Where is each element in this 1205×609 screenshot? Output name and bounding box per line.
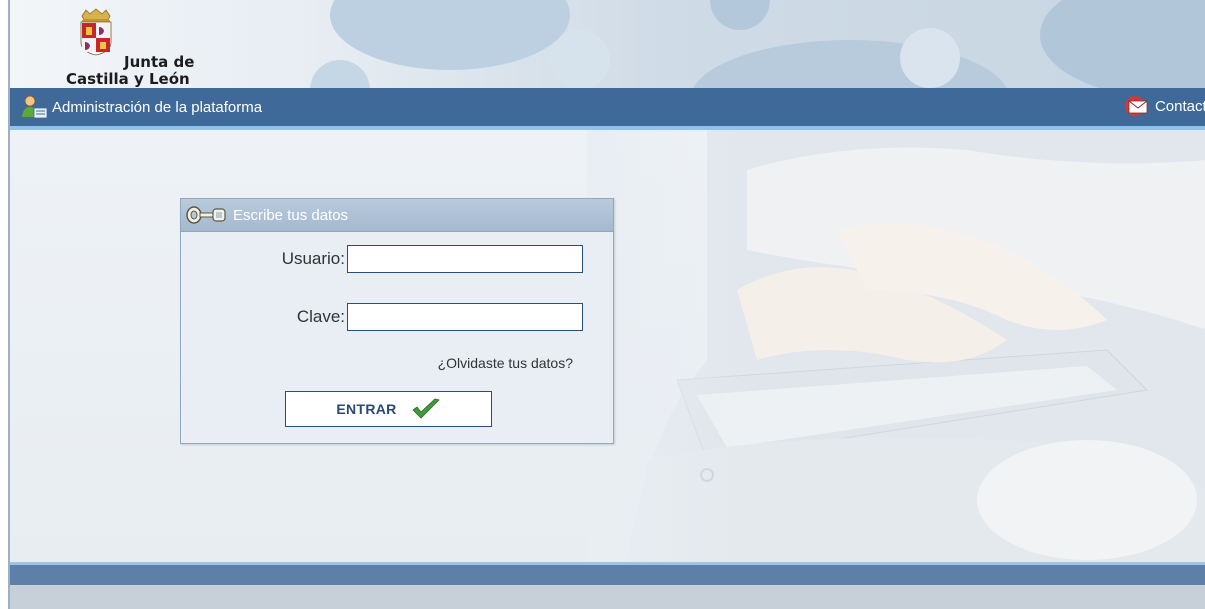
footer-bar <box>10 562 1205 585</box>
nav-admin-link[interactable]: Administración de la plataforma <box>22 95 262 119</box>
header-decor-bubble <box>690 40 1010 88</box>
user-row: Usuario: <box>181 245 613 273</box>
user-label: Usuario: <box>281 249 345 268</box>
logo-text-junta: Junta de <box>124 53 195 71</box>
password-row: Clave: <box>181 303 613 331</box>
nav-contact-link[interactable]: Contacto <box>1123 95 1205 117</box>
header-decor-bubble <box>550 30 610 88</box>
navbar: Administración de la plataforma Contacto <box>10 88 1205 130</box>
user-input[interactable] <box>347 245 583 273</box>
password-label: Clave: <box>296 307 345 326</box>
header-decor-bubble <box>330 0 570 70</box>
background-keyboard-image <box>587 130 1205 562</box>
login-header: Escribe tus datos <box>181 199 613 232</box>
header-decor-bubble <box>1040 0 1205 88</box>
login-title: Escribe tus datos <box>233 206 349 224</box>
footer <box>10 585 1205 609</box>
coat-of-arms-icon <box>80 8 112 56</box>
envelope-icon <box>1124 96 1148 116</box>
key-icon <box>186 206 226 224</box>
forgot-link[interactable]: ¿Olvidaste tus datos? <box>438 355 573 371</box>
header-decor-bubble <box>900 28 960 88</box>
header-decor-bubble <box>710 0 770 30</box>
submit-button-label: ENTRAR <box>336 401 397 417</box>
login-panel: Escribe tus datos Usuario: Clave: ¿Olvid… <box>180 198 614 444</box>
admin-user-icon <box>22 95 48 119</box>
header-decor-bubble <box>310 60 370 88</box>
page-frame: Junta de Castilla y León Administración … <box>8 0 1205 609</box>
nav-admin-label: Administración de la plataforma <box>52 98 263 116</box>
logo-text-castilla: Castilla y León <box>66 70 190 88</box>
password-input[interactable] <box>347 303 583 331</box>
header: Junta de Castilla y León <box>10 0 1205 88</box>
nav-contact-label: Contacto <box>1154 97 1205 115</box>
checkmark-icon <box>411 398 440 419</box>
submit-button[interactable]: ENTRAR <box>285 391 492 427</box>
junta-logo: Junta de Castilla y León <box>66 8 206 88</box>
